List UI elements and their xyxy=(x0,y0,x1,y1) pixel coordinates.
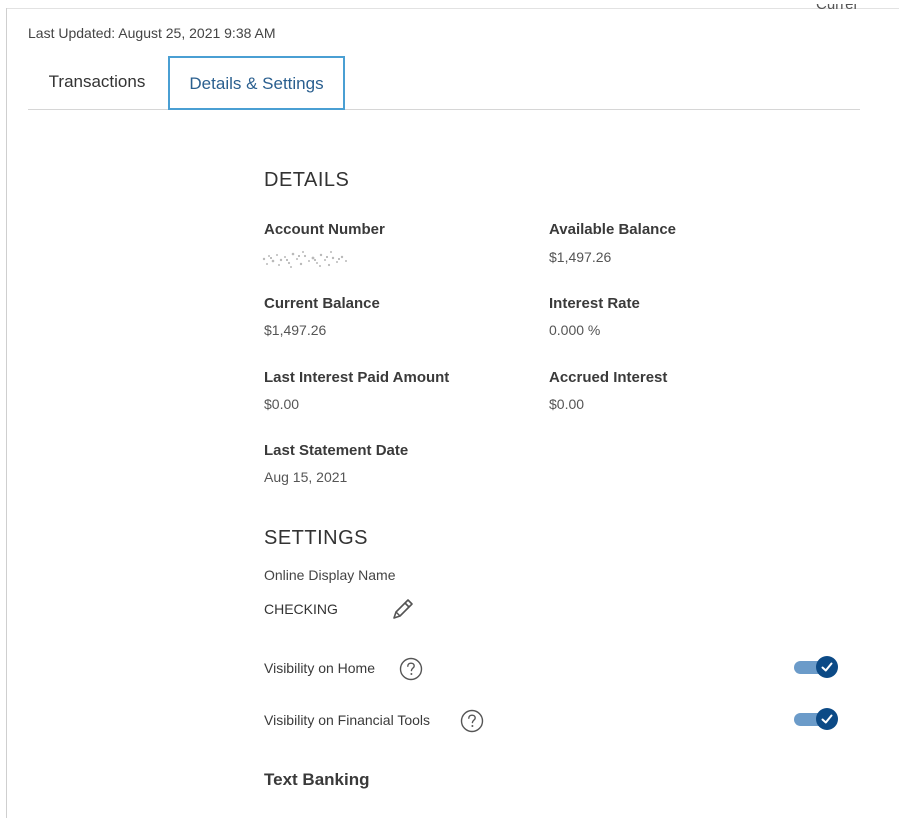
frame-left-border xyxy=(6,8,7,818)
corner-partial-label: Currer xyxy=(816,4,859,13)
question-circle-icon xyxy=(399,657,423,681)
account-number-redacted xyxy=(258,246,350,272)
last-updated-text: Last Updated: August 25, 2021 9:38 AM xyxy=(28,25,276,41)
display-name-value: CHECKING xyxy=(264,601,338,617)
visibility-financial-tools-help-button[interactable] xyxy=(460,709,484,733)
current-balance-label: Current Balance xyxy=(264,295,380,312)
last-statement-date-value: Aug 15, 2021 xyxy=(264,469,348,485)
settings-heading: SETTINGS xyxy=(264,527,369,549)
pencil-icon xyxy=(393,599,413,619)
last-interest-paid-value: $0.00 xyxy=(264,396,300,412)
visibility-financial-tools-label: Visibility on Financial Tools xyxy=(264,712,431,728)
toggle-knob xyxy=(816,656,838,678)
question-circle-icon xyxy=(460,709,484,733)
visibility-home-toggle[interactable] xyxy=(794,656,838,678)
interest-rate-value: 0.000 % xyxy=(549,322,601,338)
last-interest-paid-label: Last Interest Paid Amount xyxy=(264,369,450,386)
toggle-knob xyxy=(816,708,838,730)
edit-display-name-button[interactable] xyxy=(390,596,416,622)
frame-top-border xyxy=(6,8,899,9)
tab-transactions[interactable]: Transactions xyxy=(28,56,166,108)
tab-bar: Transactions Details & Settings xyxy=(28,56,860,110)
last-statement-date-label: Last Statement Date xyxy=(264,442,409,459)
visibility-financial-tools-toggle[interactable] xyxy=(794,708,838,730)
interest-rate-label: Interest Rate xyxy=(549,295,640,312)
checkmark-icon xyxy=(821,662,833,672)
details-heading: DETAILS xyxy=(264,169,350,191)
text-banking-heading: Text Banking xyxy=(264,770,370,789)
current-balance-value: $1,497.26 xyxy=(264,322,327,338)
visibility-home-label: Visibility on Home xyxy=(264,660,376,676)
account-number-label: Account Number xyxy=(264,221,385,238)
accrued-interest-value: $0.00 xyxy=(549,396,585,412)
tab-details-settings[interactable]: Details & Settings xyxy=(168,56,345,110)
available-balance-value: $1,497.26 xyxy=(549,249,612,265)
visibility-home-help-button[interactable] xyxy=(399,657,423,681)
available-balance-label: Available Balance xyxy=(549,221,677,238)
checkmark-icon xyxy=(821,714,833,724)
display-name-label: Online Display Name xyxy=(264,567,396,583)
accrued-interest-label: Accrued Interest xyxy=(549,369,668,386)
